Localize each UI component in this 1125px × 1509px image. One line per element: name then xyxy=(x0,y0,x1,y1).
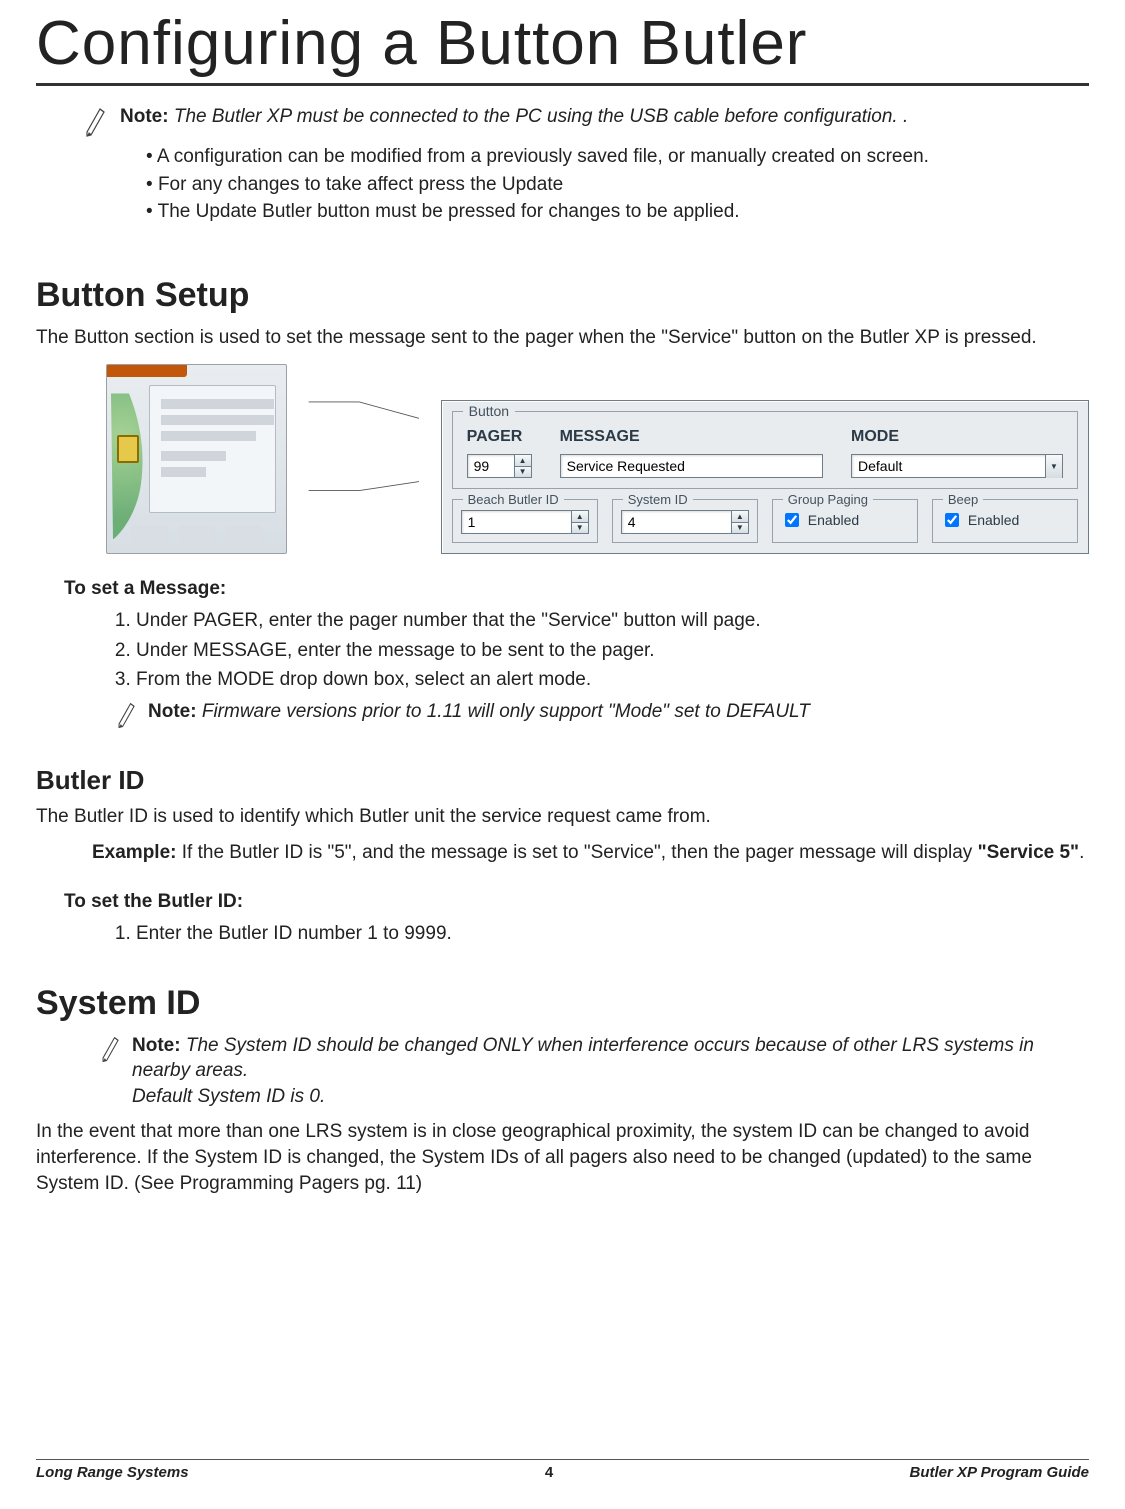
footer-page-number: 4 xyxy=(545,1464,553,1481)
mode-label: MODE xyxy=(851,426,1063,448)
subsection-butler-id: Butler ID xyxy=(36,763,1089,798)
section-system-id: System ID xyxy=(36,981,1089,1027)
callout-connector xyxy=(305,364,423,554)
message-column: MESSAGE xyxy=(560,426,823,478)
note-body: Firmware versions prior to 1.11 will onl… xyxy=(202,701,810,722)
butler-id-paragraph: The Butler ID is used to identify which … xyxy=(36,804,1089,830)
note-body: The Butler XP must be connected to the P… xyxy=(174,106,908,127)
sysid-spin-down[interactable]: ▼ xyxy=(731,522,749,534)
group-paging-legend: Group Paging xyxy=(783,491,873,509)
message-label: MESSAGE xyxy=(560,426,823,448)
set-message-step-3: From the MODE drop down box, select an a… xyxy=(136,667,1089,693)
set-message-heading: To set a Message: xyxy=(64,576,1089,602)
mode-dropdown-button-wrap: ▼ xyxy=(1045,454,1063,478)
button-setup-paragraph: The Button section is used to set the me… xyxy=(36,325,1089,351)
system-id-note-text: Note: The System ID should be changed ON… xyxy=(132,1033,1089,1110)
bbid-spin-down[interactable]: ▼ xyxy=(571,522,589,534)
pager-label: PAGER xyxy=(467,426,532,448)
intro-note-row: Note: The Butler XP must be connected to… xyxy=(84,104,1089,140)
app-thumbnail xyxy=(106,364,287,554)
pager-column: PAGER ▲ ▼ xyxy=(467,426,532,478)
pencil-icon xyxy=(84,106,108,140)
group-paging-fieldset: Group Paging Enabled xyxy=(772,499,918,543)
mode-column: MODE ▼ xyxy=(851,426,1063,478)
sub-fieldset-row: Beach Butler ID ▲▼ System ID ▲▼ xyxy=(452,499,1078,543)
example-label: Example: xyxy=(92,842,176,863)
beep-check-row[interactable]: Enabled xyxy=(941,510,1069,530)
system-id-note-row: Note: The System ID should be changed ON… xyxy=(100,1033,1089,1110)
note-label: Note: xyxy=(120,106,169,127)
system-id-note-line2: Default System ID is 0. xyxy=(132,1086,325,1107)
footer-right: Butler XP Program Guide xyxy=(910,1464,1089,1481)
system-id-paragraph: In the event that more than one LRS syst… xyxy=(36,1119,1089,1196)
section-button-setup: Button Setup xyxy=(36,273,1089,319)
example-text-pre: If the Butler ID is "5", and the message… xyxy=(182,842,978,863)
content-area: Note: The Butler XP must be connected to… xyxy=(0,104,1125,1196)
group-paging-check-label: Enabled xyxy=(808,511,859,530)
set-message-note-text: Note: Firmware versions prior to 1.11 wi… xyxy=(148,699,810,725)
button-fieldset: Button PAGER ▲ ▼ xyxy=(452,411,1078,489)
beep-check-label: Enabled xyxy=(968,511,1019,530)
set-message-note-row: Note: Firmware versions prior to 1.11 wi… xyxy=(116,699,1089,731)
set-butler-id-heading: To set the Butler ID: xyxy=(64,889,1089,915)
sysid-spin-up[interactable]: ▲ xyxy=(731,510,749,522)
beep-fieldset: Beep Enabled xyxy=(932,499,1078,543)
system-id-note-line1: The System ID should be changed ONLY whe… xyxy=(132,1035,1034,1082)
set-message-step-2: Under MESSAGE, enter the message to be s… xyxy=(136,638,1089,664)
example-text-post: . xyxy=(1079,842,1084,863)
mode-select-display[interactable] xyxy=(851,454,1046,478)
footer-left: Long Range Systems xyxy=(36,1464,189,1481)
group-paging-check-row[interactable]: Enabled xyxy=(781,510,909,530)
bbid-spin-up[interactable]: ▲ xyxy=(571,510,589,522)
beep-checkbox[interactable] xyxy=(945,513,959,527)
note-label: Note: xyxy=(148,701,197,722)
system-id-legend: System ID xyxy=(623,491,693,509)
set-message-step-1: Under PAGER, enter the pager number that… xyxy=(136,608,1089,634)
pencil-icon xyxy=(116,701,138,731)
page-title: Configuring a Button Butler xyxy=(36,8,1089,79)
pager-input[interactable] xyxy=(467,454,515,478)
pager-spin-buttons: ▲ ▼ xyxy=(514,454,532,478)
page-footer: Long Range Systems 4 Butler XP Program G… xyxy=(36,1459,1089,1481)
group-paging-checkbox[interactable] xyxy=(785,513,799,527)
beach-butler-id-legend: Beach Butler ID xyxy=(463,491,564,509)
pager-spin-up[interactable]: ▲ xyxy=(514,454,532,466)
intro-bullet-3: The Update Butler button must be pressed… xyxy=(146,199,1089,225)
button-config-panel: Button PAGER ▲ ▼ xyxy=(441,400,1089,554)
example-text-bold: "Service 5" xyxy=(978,842,1079,863)
title-area: Configuring a Button Butler xyxy=(0,0,1125,86)
system-id-fieldset: System ID ▲▼ xyxy=(612,499,758,543)
intro-bullet-1: A configuration can be modified from a p… xyxy=(146,144,1089,170)
page: { "title": "Configuring a Button Butler"… xyxy=(0,0,1125,1509)
intro-bullets: A configuration can be modified from a p… xyxy=(146,144,1089,225)
beach-butler-id-input[interactable] xyxy=(461,510,572,534)
message-input[interactable] xyxy=(560,454,823,478)
button-fieldset-legend: Button xyxy=(463,402,515,421)
example-row: Example: If the Butler ID is "5", and th… xyxy=(92,840,1089,866)
note-label: Note: xyxy=(132,1035,181,1056)
pager-spinner: ▲ ▼ xyxy=(467,454,532,478)
intro-bullet-2: For any changes to take affect press the… xyxy=(146,172,1089,198)
button-fieldset-row: PAGER ▲ ▼ MESSAGE xyxy=(467,426,1063,478)
set-butler-id-steps: Enter the Butler ID number 1 to 9999. xyxy=(108,921,1089,947)
set-butler-id-step-1: Enter the Butler ID number 1 to 9999. xyxy=(136,921,1089,947)
intro-note-text: Note: The Butler XP must be connected to… xyxy=(120,104,1089,130)
set-message-steps: Under PAGER, enter the pager number that… xyxy=(108,608,1089,693)
system-id-input[interactable] xyxy=(621,510,732,534)
mode-dropdown-button[interactable]: ▼ xyxy=(1045,454,1063,478)
beach-butler-id-fieldset: Beach Butler ID ▲▼ xyxy=(452,499,598,543)
beep-legend: Beep xyxy=(943,491,983,509)
pager-spin-down[interactable]: ▼ xyxy=(514,466,532,478)
figure-row: Button PAGER ▲ ▼ xyxy=(106,364,1089,554)
pencil-icon xyxy=(100,1035,122,1065)
title-rule xyxy=(36,83,1089,86)
